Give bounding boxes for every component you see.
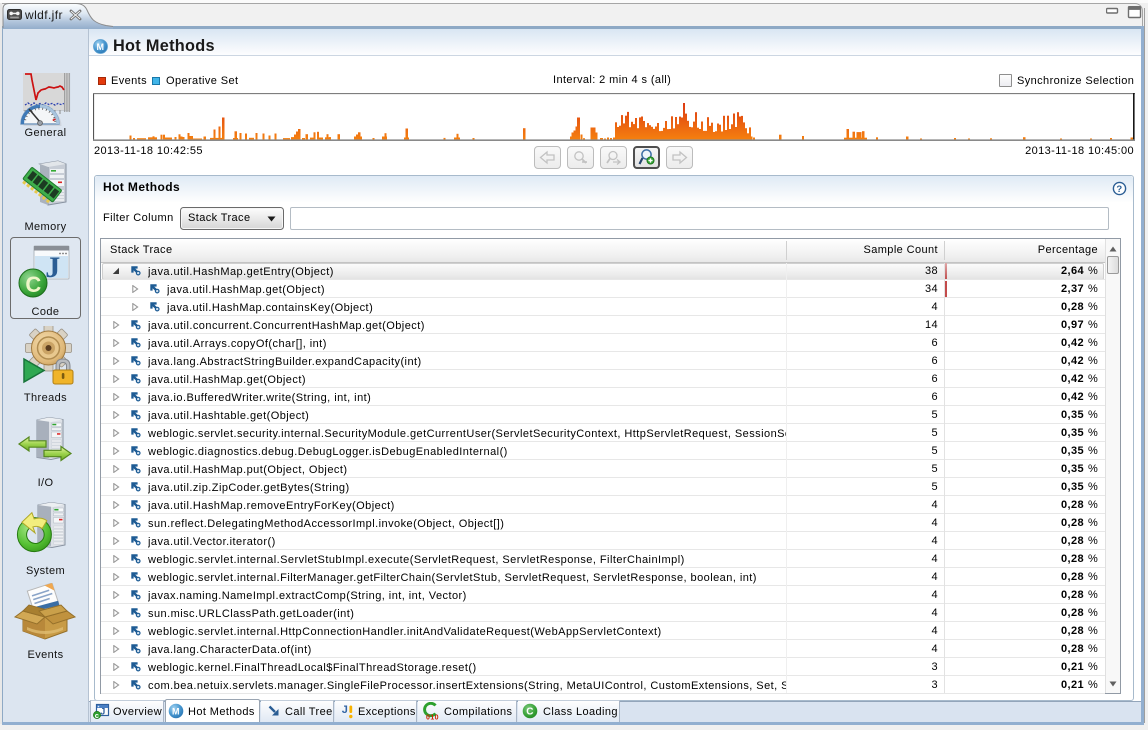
svg-text:?: ? — [1116, 184, 1122, 195]
svg-text:J: J — [100, 707, 105, 717]
svg-text:J: J — [342, 704, 349, 716]
svg-text:M: M — [172, 707, 180, 717]
svg-text:C: C — [526, 707, 534, 718]
svg-text:c: c — [95, 711, 100, 719]
svg-text:J: J — [45, 251, 60, 284]
svg-text:M: M — [97, 42, 105, 52]
svg-text:C: C — [25, 272, 41, 297]
svg-text:010: 010 — [426, 715, 439, 721]
